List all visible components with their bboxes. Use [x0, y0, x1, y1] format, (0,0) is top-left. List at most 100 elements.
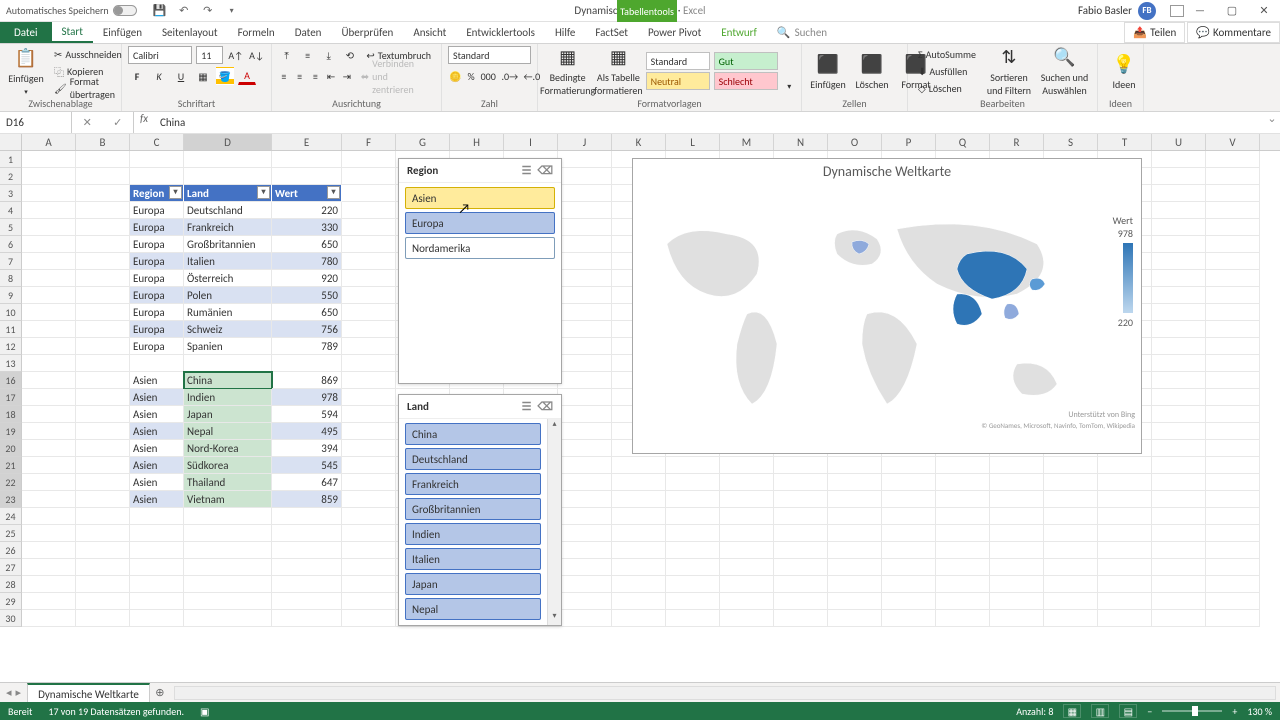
comments-button[interactable]: 💬Kommentare	[1187, 22, 1280, 43]
decrease-indent-icon[interactable]: ⇤	[325, 67, 337, 85]
cell[interactable]	[612, 542, 666, 559]
row-header[interactable]: 26	[0, 542, 22, 559]
formula-input[interactable]: China	[154, 112, 1264, 133]
sheet-tab[interactable]: Dynamische Weltkarte	[27, 683, 150, 703]
cell[interactable]	[1044, 474, 1098, 491]
cell[interactable]: 920	[272, 270, 342, 287]
font-size-select[interactable]: 11	[196, 46, 223, 64]
row-header[interactable]: 29	[0, 593, 22, 610]
cell[interactable]	[1206, 610, 1260, 627]
share-button[interactable]: 📤Teilen	[1124, 22, 1185, 43]
cell[interactable]	[936, 508, 990, 525]
cell[interactable]	[22, 355, 76, 372]
bold-button[interactable]: F	[128, 67, 146, 85]
cell[interactable]	[720, 593, 774, 610]
cell[interactable]	[828, 559, 882, 576]
row-header[interactable]: 2	[0, 168, 22, 185]
cell[interactable]: Land▾	[184, 185, 272, 202]
cell[interactable]	[1098, 542, 1152, 559]
multi-select-icon[interactable]: ☰	[522, 164, 532, 177]
cell[interactable]	[666, 525, 720, 542]
insert-cells-button[interactable]: ⬛Einfügen	[808, 50, 848, 93]
column-header[interactable]: Q	[936, 134, 990, 150]
redo-icon[interactable]: ↷	[201, 4, 215, 18]
cell[interactable]	[76, 593, 130, 610]
row-header[interactable]: 13	[0, 355, 22, 372]
column-header[interactable]: M	[720, 134, 774, 150]
cell[interactable]	[76, 372, 130, 389]
cell[interactable]	[1044, 491, 1098, 508]
cell[interactable]: Asien	[130, 457, 184, 474]
cell[interactable]	[720, 542, 774, 559]
cell[interactable]: Österreich	[184, 270, 272, 287]
cell[interactable]: Europa	[130, 219, 184, 236]
cell[interactable]	[272, 508, 342, 525]
cell[interactable]	[22, 185, 76, 202]
cell[interactable]	[828, 610, 882, 627]
column-header[interactable]: S	[1044, 134, 1098, 150]
align-right-icon[interactable]: ≡	[310, 67, 322, 85]
cell[interactable]	[558, 372, 612, 389]
cell[interactable]	[828, 542, 882, 559]
cell[interactable]	[22, 270, 76, 287]
new-sheet-button[interactable]: ⊕	[150, 686, 170, 699]
row-header[interactable]: 23	[0, 491, 22, 508]
cell[interactable]	[22, 168, 76, 185]
cell[interactable]	[272, 542, 342, 559]
ribbon-tab-formeln[interactable]: Formeln	[228, 22, 285, 43]
cell[interactable]	[342, 202, 396, 219]
cell[interactable]	[1152, 542, 1206, 559]
autosave-toggle[interactable]: Automatisches Speichern	[0, 4, 143, 17]
cell[interactable]: Südkorea	[184, 457, 272, 474]
cell[interactable]	[76, 185, 130, 202]
cell[interactable]	[76, 253, 130, 270]
cell[interactable]: Europa	[130, 270, 184, 287]
maximize-icon[interactable]: ▢	[1216, 0, 1248, 22]
slicer-item[interactable]: Deutschland	[405, 448, 541, 470]
cell[interactable]	[76, 576, 130, 593]
cell[interactable]: 394	[272, 440, 342, 457]
slicer-item[interactable]: Japan	[405, 573, 541, 595]
cell[interactable]	[76, 559, 130, 576]
cell[interactable]	[774, 610, 828, 627]
multi-select-icon[interactable]: ☰	[522, 400, 532, 413]
cell[interactable]: 545	[272, 457, 342, 474]
ribbon-display-icon[interactable]	[1170, 5, 1184, 17]
cell[interactable]	[1152, 168, 1206, 185]
cell[interactable]: Schweiz	[184, 321, 272, 338]
cell[interactable]	[1206, 406, 1260, 423]
column-header[interactable]: I	[504, 134, 558, 150]
cell[interactable]	[1206, 542, 1260, 559]
cell[interactable]	[774, 559, 828, 576]
row-header[interactable]: 30	[0, 610, 22, 627]
cell[interactable]: Asien	[130, 474, 184, 491]
cell[interactable]	[76, 542, 130, 559]
cell[interactable]	[22, 253, 76, 270]
cell[interactable]	[666, 542, 720, 559]
cell[interactable]	[272, 576, 342, 593]
column-header[interactable]: R	[990, 134, 1044, 150]
cell[interactable]	[666, 508, 720, 525]
enter-formula-icon[interactable]: ✓	[113, 116, 122, 129]
user-account[interactable]: Fabio Basler FB	[1078, 2, 1184, 20]
cell[interactable]	[828, 508, 882, 525]
cell[interactable]: Region▾	[130, 185, 184, 202]
cell[interactable]	[1206, 270, 1260, 287]
font-color-button[interactable]: A	[238, 67, 256, 85]
percent-icon[interactable]: %	[466, 67, 475, 85]
align-top-icon[interactable]: ⤒	[278, 46, 295, 64]
font-select[interactable]: Calibri	[128, 46, 192, 64]
cell[interactable]	[774, 576, 828, 593]
cell[interactable]: 594	[272, 406, 342, 423]
cell[interactable]	[1044, 593, 1098, 610]
cell[interactable]	[184, 355, 272, 372]
cell[interactable]	[1152, 559, 1206, 576]
cell[interactable]	[558, 474, 612, 491]
cell[interactable]: Großbritannien	[184, 236, 272, 253]
row-header[interactable]: 8	[0, 270, 22, 287]
cell[interactable]	[612, 491, 666, 508]
cell[interactable]	[720, 457, 774, 474]
cell-style-good[interactable]: Gut	[714, 52, 778, 70]
cell[interactable]	[774, 542, 828, 559]
cell[interactable]	[1152, 440, 1206, 457]
